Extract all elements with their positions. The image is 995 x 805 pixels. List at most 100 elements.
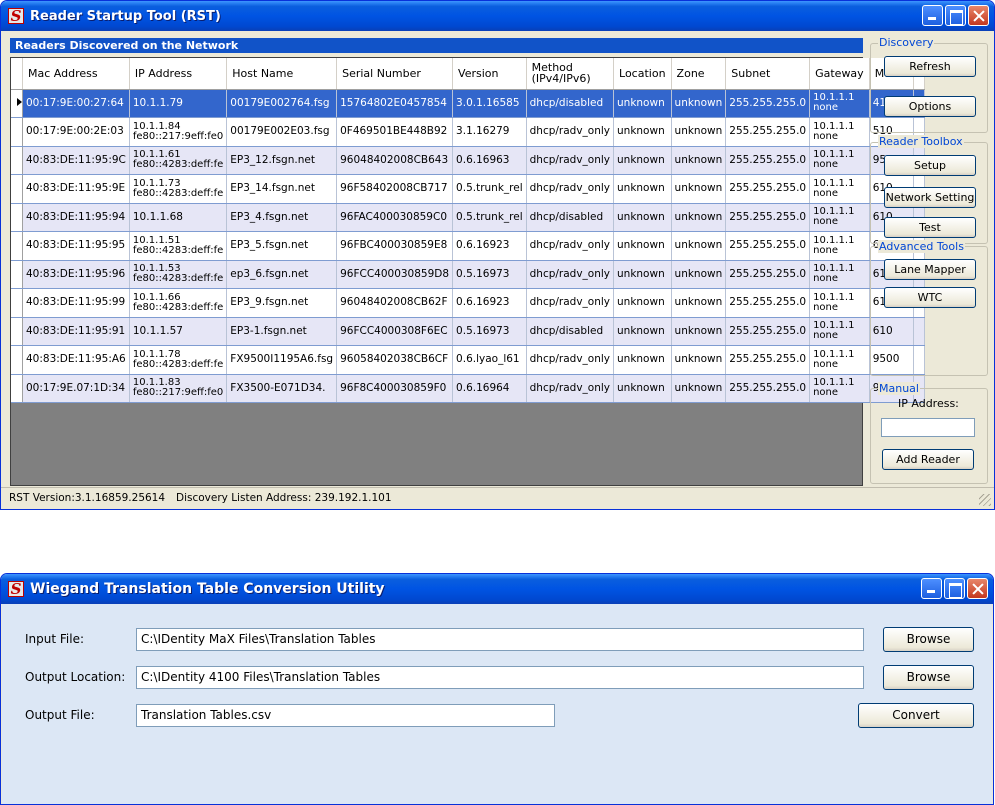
close-icon[interactable] <box>968 5 989 26</box>
cell-ip[interactable]: 10.1.1.66 fe80::4283:deff:fe <box>129 288 228 318</box>
table-row[interactable]: 40:83:DE:11:95:9C 10.1.1.61 fe80::4283:def… <box>11 146 925 175</box>
row-header[interactable] <box>11 146 23 175</box>
minimize-icon[interactable] <box>921 578 942 599</box>
readers-grid[interactable]: Mac Address IP Address Host Name Serial Num… <box>10 57 925 486</box>
cell-mac[interactable]: 40:83:DE:11:95:91 <box>22 317 130 346</box>
rst-title-bar[interactable]: S Reader Startup Tool (RST) <box>1 1 994 31</box>
row-header[interactable] <box>11 374 23 403</box>
cell-version[interactable]: 3.0.1.16585 <box>452 89 527 118</box>
table-row[interactable]: 00:17:9E:00:27:64 10.1.1.79 00179E002764.f… <box>11 89 925 118</box>
cell-version[interactable]: 0.5.16973 <box>452 317 527 346</box>
column-header[interactable]: Mac Address <box>22 58 130 90</box>
cell-ip[interactable]: 10.1.1.73 fe80::4283:deff:fe <box>129 174 228 204</box>
cell-host[interactable]: EP3_5.fsgn.net <box>226 231 338 261</box>
cell-method[interactable]: dhcp/disabled <box>526 89 615 118</box>
wtc-title-bar[interactable]: S Wiegand Translation Table Conversion U… <box>1 574 993 604</box>
cell-gw[interactable]: 10.1.1.1 none <box>809 345 870 375</box>
cell-ip[interactable]: 10.1.1.51 fe80::4283:deff:fe <box>129 231 228 261</box>
cell-ip[interactable]: 10.1.1.53 fe80::4283:deff:fe <box>129 260 228 289</box>
row-header[interactable] <box>11 89 23 118</box>
cell-location[interactable]: unknown <box>613 146 672 175</box>
row-header[interactable] <box>11 260 23 289</box>
cell-host[interactable]: EP3_9.fsgn.net <box>226 288 338 318</box>
column-header[interactable]: Subnet <box>725 58 811 90</box>
cell-method[interactable]: dhcp/radv_only <box>526 231 615 261</box>
cell-method[interactable]: dhcp/radv_only <box>526 146 615 175</box>
cell-zone[interactable]: unknown <box>671 146 727 175</box>
cell-location[interactable]: unknown <box>613 317 672 346</box>
cell-mac[interactable]: 00:17:9E:00:2E:03 <box>22 117 130 147</box>
row-header[interactable] <box>11 231 23 261</box>
cell-version[interactable]: 0.6.lyao_l61 <box>452 345 527 375</box>
cell-version[interactable]: 0.5.trunk_rel <box>452 203 527 232</box>
table-row[interactable]: 40:83:DE:11:95:95 10.1.1.51 fe80::4283:def… <box>11 231 925 261</box>
table-row[interactable]: 40:83:DE:11:95:A6 10.1.1.78 fe80::4283:def… <box>11 345 925 375</box>
cell-method[interactable]: dhcp/disabled <box>526 203 615 232</box>
cell-zone[interactable]: unknown <box>671 174 727 204</box>
cell-gw[interactable]: 10.1.1.1 none <box>809 117 870 147</box>
cell-mac[interactable]: 00:17:9E:00:27:64 <box>22 89 130 118</box>
cell-serial[interactable]: 96048402008CB643 <box>336 146 454 175</box>
cell-ip[interactable]: 10.1.1.84 fe80::217:9eff:fe0 <box>129 117 228 147</box>
cell-mac[interactable]: 40:83:DE:11:95:94 <box>22 203 130 232</box>
cell-method[interactable]: dhcp/radv_only <box>526 260 615 289</box>
cell-serial[interactable]: 96F8C400030859F0 <box>336 374 454 403</box>
cell-serial[interactable]: 96FAC400030859C0 <box>336 203 454 232</box>
cell-version[interactable]: 0.6.16923 <box>452 288 527 318</box>
convert-button[interactable]: Convert <box>858 703 974 728</box>
column-header[interactable]: Version <box>452 58 527 90</box>
maximize-icon[interactable] <box>945 5 966 26</box>
cell-zone[interactable]: unknown <box>671 345 727 375</box>
column-header[interactable]: Zone <box>671 58 727 90</box>
minimize-icon[interactable] <box>922 5 943 26</box>
cell-host[interactable]: EP3_12.fsgn.net <box>226 146 338 175</box>
cell-subnet[interactable]: 255.255.255.0 <box>725 288 811 318</box>
cell-mac[interactable]: 40:83:DE:11:95:9E <box>22 174 130 204</box>
cell-zone[interactable]: unknown <box>671 89 727 118</box>
row-header[interactable] <box>11 203 23 232</box>
cell-subnet[interactable]: 255.255.255.0 <box>725 146 811 175</box>
cell-mac[interactable]: 40:83:DE:11:95:95 <box>22 231 130 261</box>
cell-serial[interactable]: 96FBC400030859E8 <box>336 231 454 261</box>
cell-method[interactable]: dhcp/radv_only <box>526 288 615 318</box>
cell-subnet[interactable]: 255.255.255.0 <box>725 345 811 375</box>
cell-zone[interactable]: unknown <box>671 203 727 232</box>
cell-zone[interactable]: unknown <box>671 117 727 147</box>
row-header[interactable] <box>11 345 23 375</box>
setup-button[interactable]: Setup <box>884 155 976 176</box>
cell-host[interactable]: FX3500-E071D34. <box>226 374 338 403</box>
input-browse-button[interactable]: Browse <box>883 627 974 652</box>
table-row[interactable]: 40:83:DE:11:95:96 10.1.1.53 fe80::4283:def… <box>11 260 925 289</box>
cell-zone[interactable]: unknown <box>671 231 727 261</box>
cell-method[interactable]: dhcp/radv_only <box>526 117 615 147</box>
column-header[interactable]: Gateway <box>809 58 870 90</box>
add-reader-button[interactable]: Add Reader <box>882 449 974 470</box>
cell-subnet[interactable]: 255.255.255.0 <box>725 231 811 261</box>
row-header[interactable] <box>11 317 23 346</box>
cell-host[interactable]: 00179E002764.fsg <box>226 89 338 118</box>
row-header[interactable] <box>11 288 23 318</box>
table-row[interactable]: 00:17:9E.07:1D:34 10.1.1.83 fe80::217:9eff… <box>11 374 925 403</box>
cell-serial[interactable]: 96F58402008CB717 <box>336 174 454 204</box>
column-header[interactable]: Host Name <box>226 58 338 90</box>
cell-location[interactable]: unknown <box>613 374 672 403</box>
cell-subnet[interactable]: 255.255.255.0 <box>725 374 811 403</box>
cell-gw[interactable]: 10.1.1.1 none <box>809 374 870 403</box>
cell-serial[interactable]: 0F469501BE448B92 <box>336 117 454 147</box>
cell-host[interactable]: FX9500I1195A6.fsg <box>226 345 338 375</box>
cell-zone[interactable]: unknown <box>671 374 727 403</box>
cell-mac[interactable]: 40:83:DE:11:95:A6 <box>22 345 130 375</box>
options-button[interactable]: Options <box>884 96 976 117</box>
cell-location[interactable]: unknown <box>613 203 672 232</box>
lane-mapper-button[interactable]: Lane Mapper <box>884 259 976 280</box>
cell-version[interactable]: 0.6.16963 <box>452 146 527 175</box>
cell-location[interactable]: unknown <box>613 117 672 147</box>
cell-ip[interactable]: 10.1.1.78 fe80::4283:deff:fe <box>129 345 228 375</box>
cell-host[interactable]: EP3_14.fsgn.net <box>226 174 338 204</box>
resize-grip-icon[interactable] <box>979 494 991 506</box>
cell-serial[interactable]: 96048402008CB62F <box>336 288 454 318</box>
column-header[interactable]: IP Address <box>129 58 228 90</box>
cell-method[interactable]: dhcp/radv_only <box>526 174 615 204</box>
output-location-field[interactable]: C:\IDentity 4100 Files\Translation Table… <box>136 666 864 689</box>
cell-host[interactable]: 00179E002E03.fsg <box>226 117 338 147</box>
